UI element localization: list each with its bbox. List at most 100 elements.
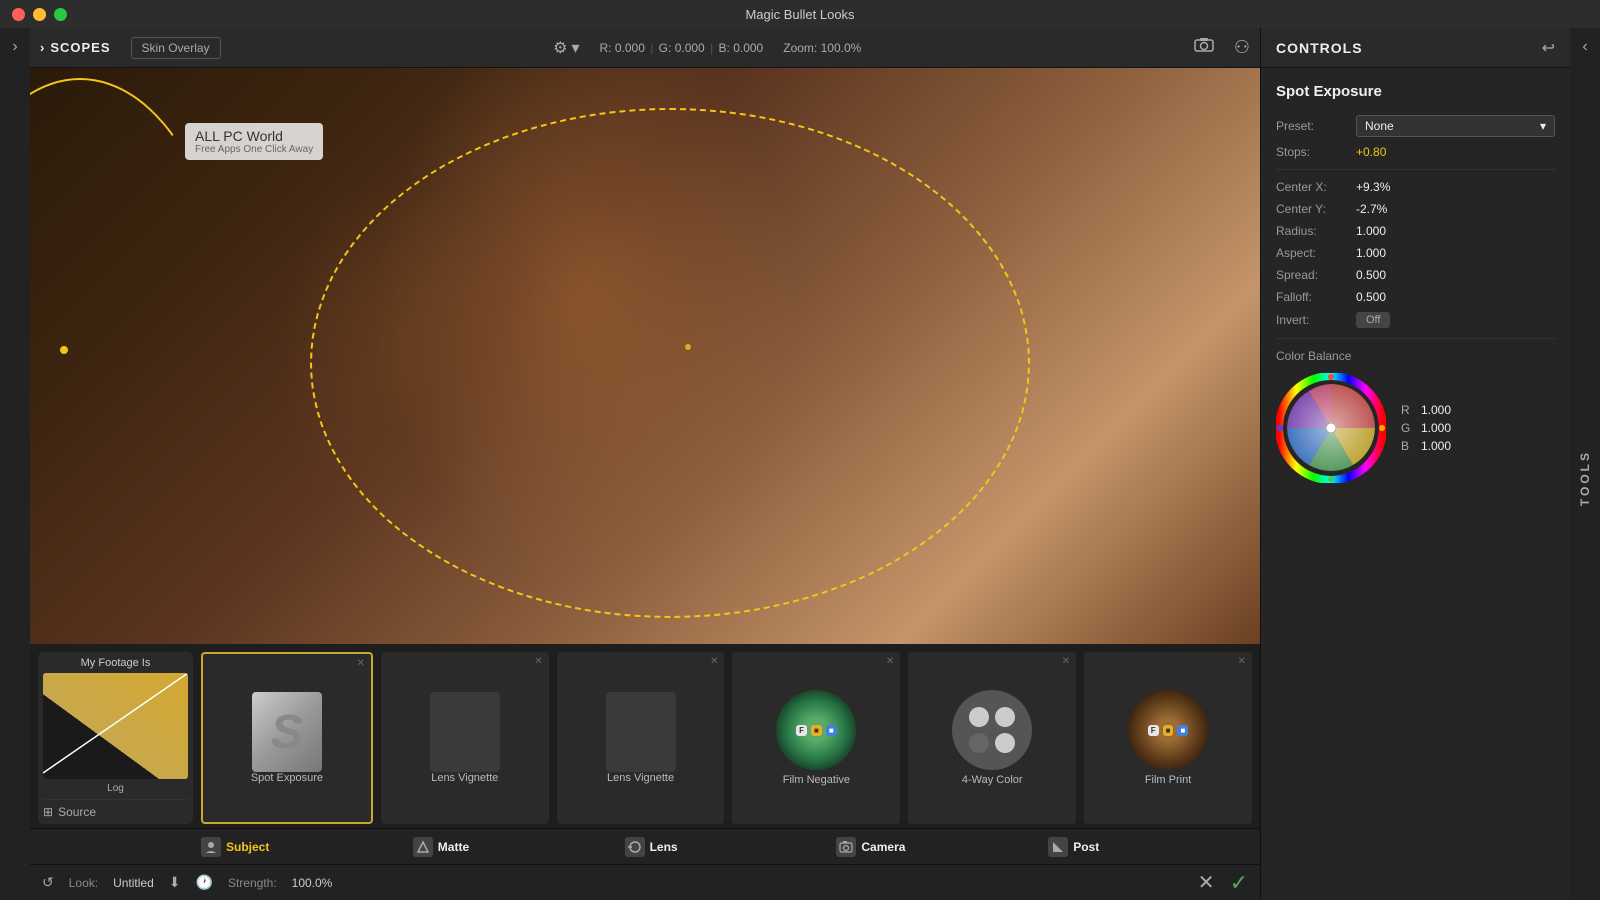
strength-label: Strength: xyxy=(228,876,277,890)
skin-overlay-button[interactable]: Skin Overlay xyxy=(131,37,221,59)
zoom-value: 100.0% xyxy=(821,41,862,55)
g-value: 0.000 xyxy=(675,41,705,55)
strip-4way-color[interactable]: ✕ 4-Way Color xyxy=(908,652,1076,824)
strip-name-filmprint: Film Print xyxy=(1145,774,1191,786)
g-color-value[interactable]: 1.000 xyxy=(1421,421,1451,435)
divider2: | xyxy=(710,41,716,55)
maximize-button[interactable] xyxy=(54,8,67,21)
radius-value[interactable]: 1.000 xyxy=(1356,224,1386,238)
color-wheel[interactable] xyxy=(1276,373,1386,483)
status-bar: ↺ Look: Untitled ⬇ 🕐 Strength: 100.0% ✕ … xyxy=(30,864,1260,900)
spread-value[interactable]: 0.500 xyxy=(1356,268,1386,282)
arc-handle[interactable] xyxy=(60,346,68,354)
strip-film-print[interactable]: ✕ F ■ ■ Film Print xyxy=(1084,652,1252,824)
divider-2 xyxy=(1276,338,1555,339)
color-wheel-area: R 1.000 G 1.000 B 1.000 xyxy=(1276,373,1555,483)
people-group-icon[interactable]: ⚇ xyxy=(1234,37,1250,58)
lens-vignette-2-thumb xyxy=(606,692,676,772)
preset-label: Preset: xyxy=(1276,119,1356,133)
stops-value[interactable]: +0.80 xyxy=(1356,145,1386,159)
matte-label: Matte xyxy=(438,840,469,854)
center-y-value[interactable]: -2.7% xyxy=(1356,202,1387,216)
center-area: › SCOPES Skin Overlay ⚙ ▾ R: 0.000 | G: … xyxy=(30,28,1260,900)
close-button[interactable] xyxy=(12,8,25,21)
invert-toggle[interactable]: Off xyxy=(1356,312,1390,328)
strip-name-spot: Spot Exposure xyxy=(251,772,323,784)
falloff-row: Falloff: 0.500 xyxy=(1276,290,1555,304)
falloff-value[interactable]: 0.500 xyxy=(1356,290,1386,304)
confirm-button[interactable]: ✓ xyxy=(1230,870,1248,896)
subject-label: Subject xyxy=(226,840,269,854)
window-controls xyxy=(12,8,67,21)
ellipse-center-dot[interactable] xyxy=(685,344,691,350)
preset-row: Preset: None ▾ xyxy=(1276,115,1555,137)
right-panel-toggle[interactable]: ‹ xyxy=(1582,38,1587,56)
footage-label: Log xyxy=(43,783,188,794)
color-balance-label: Color Balance xyxy=(1276,349,1555,363)
spread-row: Spread: 0.500 xyxy=(1276,268,1555,282)
preset-dropdown[interactable]: None ▾ xyxy=(1356,115,1555,137)
4way-dot-tl xyxy=(969,707,989,727)
g-label: G: xyxy=(659,41,672,55)
strip-close-lens2[interactable]: ✕ xyxy=(710,656,718,667)
section-subject[interactable]: Subject xyxy=(201,837,405,857)
center-x-label: Center X: xyxy=(1276,180,1356,194)
watermark-sub: Free Apps One Click Away xyxy=(195,144,313,155)
scopes-button[interactable]: › SCOPES xyxy=(40,40,111,55)
invert-value: Off xyxy=(1366,314,1380,326)
strip-lens-vignette-1[interactable]: ✕ Lens Vignette xyxy=(381,652,549,824)
watermark: ALL PC World Free Apps One Click Away xyxy=(185,123,323,160)
center-x-value[interactable]: +9.3% xyxy=(1356,180,1390,194)
strip-close-spot[interactable]: ✕ xyxy=(356,658,364,669)
camera-button[interactable] xyxy=(1194,37,1214,58)
controls-content: Spot Exposure Preset: None ▾ Stops: +0.8… xyxy=(1261,68,1570,900)
strip-close-lens1[interactable]: ✕ xyxy=(534,656,542,667)
viewer[interactable]: ALL PC World Free Apps One Click Away xyxy=(30,68,1260,644)
source-label: Source xyxy=(58,805,96,819)
preset-chevron: ▾ xyxy=(1540,119,1546,133)
matte-icon xyxy=(413,837,433,857)
undo-icon[interactable]: ↺ xyxy=(42,874,54,891)
save-icon[interactable]: ⬇ xyxy=(169,874,181,891)
film-print-badge-b: ■ xyxy=(1177,725,1188,736)
film-badge-color: ■ xyxy=(811,725,822,736)
section-matte[interactable]: Matte xyxy=(413,837,617,857)
section-lens[interactable]: Lens xyxy=(625,837,829,857)
4way-dot-br xyxy=(995,733,1015,753)
controls-back-button[interactable]: ↩ xyxy=(1542,38,1555,58)
strip-film-negative[interactable]: ✕ F ■ ■ Film Negative xyxy=(732,652,900,824)
zoom-label: Zoom: xyxy=(783,41,817,55)
invert-row: Invert: Off xyxy=(1276,312,1555,328)
stops-label: Stops: xyxy=(1276,145,1356,159)
b-color-value[interactable]: 1.000 xyxy=(1421,439,1451,453)
source-icon: ⊞ xyxy=(43,805,53,819)
tools-label: TOOLS xyxy=(1578,450,1592,506)
strip-spot-exposure[interactable]: ✕ S Spot Exposure xyxy=(201,652,373,824)
cancel-button[interactable]: ✕ xyxy=(1198,870,1215,896)
strip-close-filmneg[interactable]: ✕ xyxy=(886,656,894,667)
strip-close-filmprint[interactable]: ✕ xyxy=(1238,656,1246,667)
strength-value: 100.0% xyxy=(292,876,333,890)
zoom-display: Zoom: 100.0% xyxy=(783,41,861,55)
settings-arrow: ▾ xyxy=(571,38,579,58)
subject-icon xyxy=(201,837,221,857)
strip-name-filmneg: Film Negative xyxy=(783,774,850,786)
section-camera[interactable]: Camera xyxy=(836,837,1040,857)
lens-icon xyxy=(625,837,645,857)
main-content: › › SCOPES Skin Overlay ⚙ ▾ R: 0.000 | G… xyxy=(0,28,1600,900)
strip-lens-vignette-2[interactable]: ✕ Lens Vignette xyxy=(557,652,725,824)
skin-overlay-label: Skin Overlay xyxy=(142,41,210,55)
strip-close-4way[interactable]: ✕ xyxy=(1062,656,1070,667)
film-negative-thumb: F ■ ■ xyxy=(776,690,856,770)
r-color-value[interactable]: 1.000 xyxy=(1421,403,1451,417)
left-panel-toggle[interactable]: › xyxy=(12,38,17,56)
tools-sidebar: ‹ TOOLS xyxy=(1570,28,1600,900)
r-row: R 1.000 xyxy=(1401,403,1451,417)
minimize-button[interactable] xyxy=(33,8,46,21)
aspect-value[interactable]: 1.000 xyxy=(1356,246,1386,260)
b-label: B: xyxy=(719,41,730,55)
settings-button[interactable]: ⚙ ▾ xyxy=(553,38,579,58)
section-post[interactable]: Post xyxy=(1048,837,1252,857)
selection-ellipse[interactable] xyxy=(310,108,1030,618)
confirm-buttons: ✕ ✓ xyxy=(1198,870,1248,896)
